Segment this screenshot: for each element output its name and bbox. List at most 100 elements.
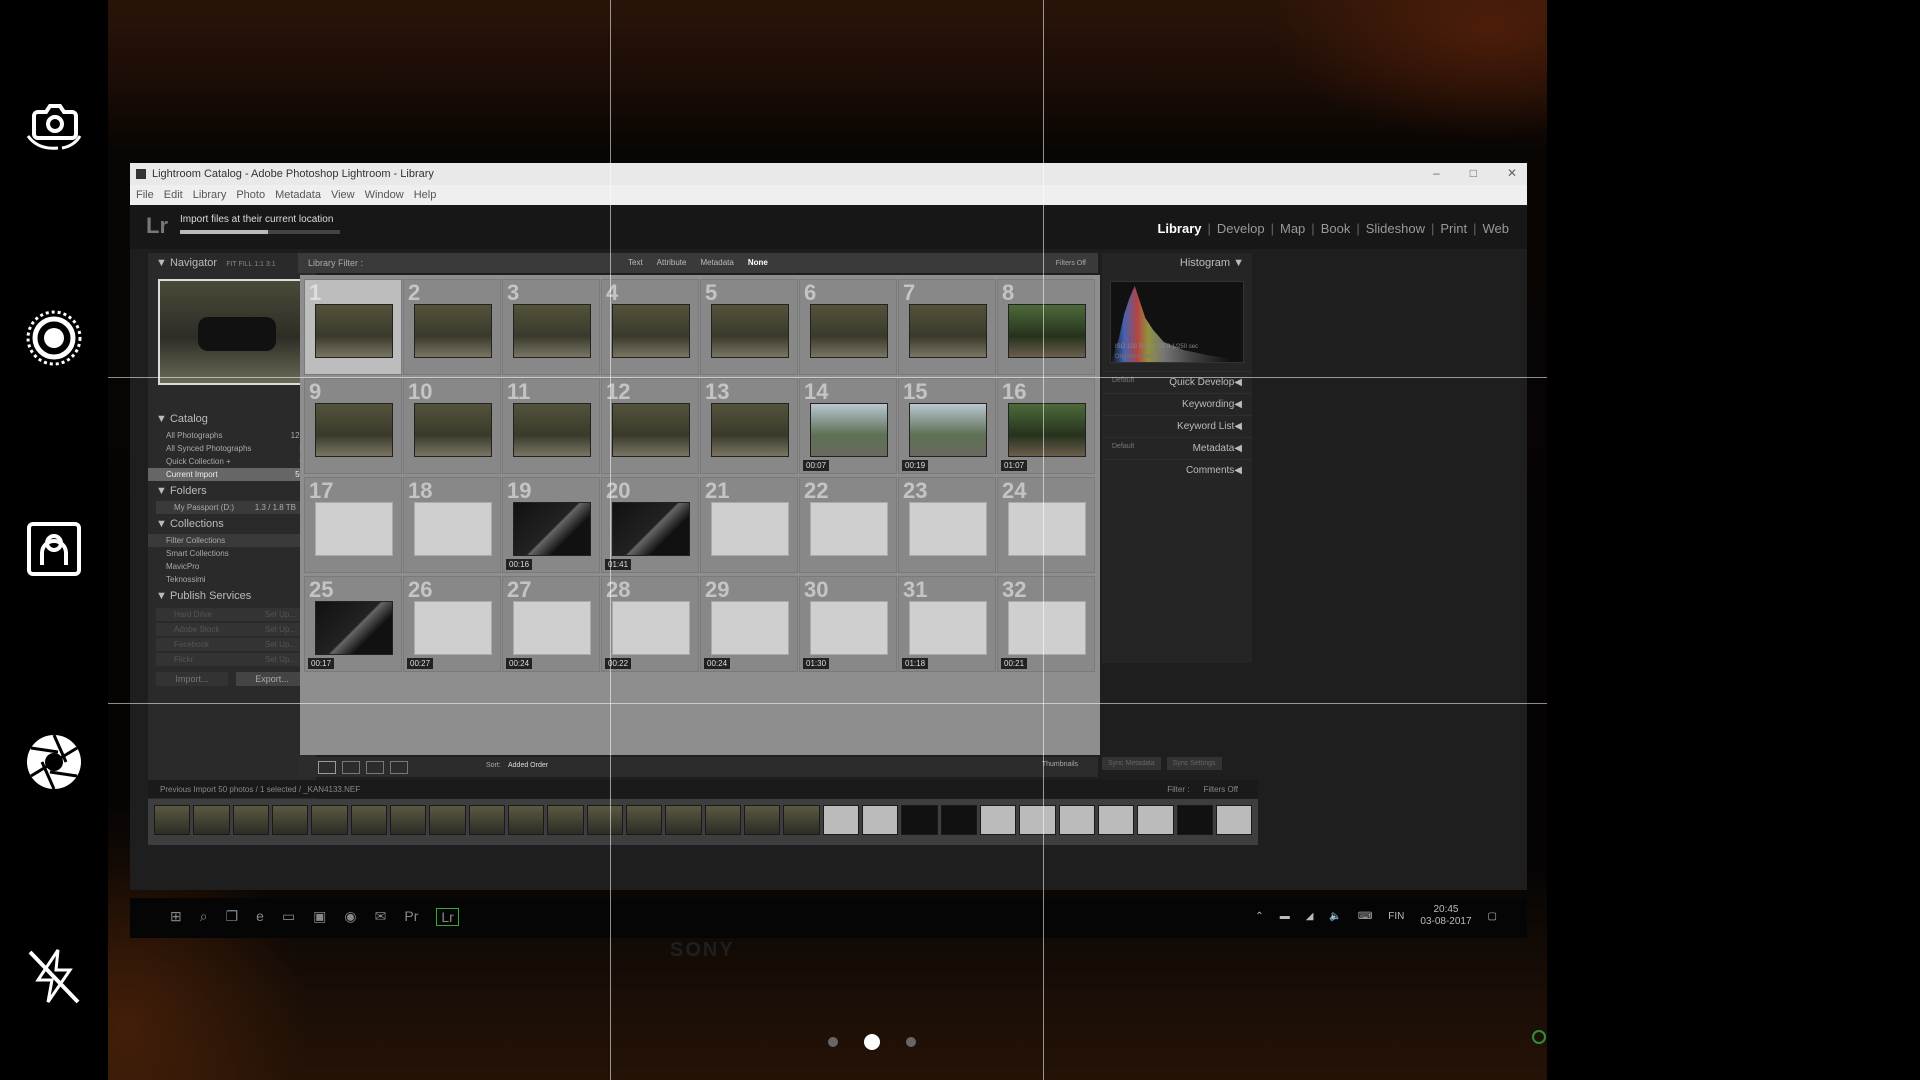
compare-view-icon[interactable] [366, 761, 384, 774]
filmstrip-thumbnail[interactable] [350, 805, 387, 835]
grid-cell[interactable]: 14 00:07 [799, 378, 897, 474]
grid-thumbnail[interactable] [810, 601, 888, 655]
navigator-header[interactable]: ▼ Navigator FIT FILL 1:1 3:1 [148, 253, 316, 273]
filmstrip-thumbnail[interactable] [154, 805, 191, 835]
filmstrip-thumbnail[interactable] [429, 805, 466, 835]
navigator-preview[interactable] [158, 279, 320, 385]
grid-cell[interactable]: 25 00:17 [304, 576, 402, 672]
keyboard-icon[interactable]: ⌨ [1358, 911, 1372, 922]
filmstrip-thumbnail[interactable] [547, 805, 584, 835]
folder-item[interactable]: My Passport (D:) 1.3 / 1.8 TB [156, 501, 308, 514]
grid-thumbnail[interactable] [612, 601, 690, 655]
grid-thumbnail[interactable] [315, 403, 393, 457]
collection-item[interactable]: Filter Collections [148, 534, 316, 547]
filmstrip-thumbnail[interactable] [232, 805, 269, 835]
filmstrip-thumbnail[interactable] [586, 805, 623, 835]
grid-thumbnail[interactable] [1008, 403, 1086, 457]
grid-cell[interactable]: 12 [601, 378, 699, 474]
publish-setup-link[interactable]: Set Up... [265, 655, 296, 664]
grid-thumbnail[interactable] [909, 304, 987, 358]
filter-tab-metadata[interactable]: Metadata [700, 258, 733, 267]
grid-cell[interactable]: 16 01:07 [997, 378, 1095, 474]
menu-edit[interactable]: Edit [164, 189, 183, 201]
navigator-zoom-options[interactable]: FIT FILL 1:1 3:1 [226, 261, 275, 268]
store-icon[interactable]: ▣ [313, 908, 326, 926]
grid-cell[interactable]: 27 00:24 [502, 576, 600, 672]
survey-view-icon[interactable] [390, 761, 408, 774]
right-section-metadata[interactable]: Default Metadata ◀ [1102, 437, 1252, 459]
grid-cell[interactable]: 28 00:22 [601, 576, 699, 672]
action-center-icon[interactable]: ▢ [1488, 911, 1497, 922]
grid-cell[interactable]: 31 01:18 [898, 576, 996, 672]
grid-cell[interactable]: 10 [403, 378, 501, 474]
filmstrip-thumbnail[interactable] [271, 805, 309, 835]
filmstrip-thumbnail[interactable] [743, 805, 781, 835]
menu-metadata[interactable]: Metadata [275, 189, 321, 201]
module-web[interactable]: Web [1483, 221, 1510, 236]
filmstrip-thumbnail[interactable] [507, 805, 545, 835]
menu-window[interactable]: Window [365, 189, 404, 201]
histogram-header[interactable]: Histogram ▼ [1102, 253, 1252, 273]
filmstrip-thumbnail[interactable] [389, 805, 427, 835]
publish-service-item[interactable]: Adobe Stock Set Up... [156, 623, 308, 636]
preset-dropdown[interactable]: Default [1112, 443, 1134, 454]
page-dot[interactable] [864, 1034, 880, 1050]
collapse-arrow-icon[interactable]: ◀ [1234, 465, 1242, 476]
grid-thumbnail[interactable] [810, 304, 888, 358]
filmstrip-thumbnail[interactable] [1097, 805, 1135, 835]
aperture-icon[interactable] [22, 730, 86, 794]
grid-thumbnail[interactable] [414, 502, 492, 556]
collections-header[interactable]: ▼ Collections [148, 514, 316, 534]
menu-library[interactable]: Library [193, 189, 227, 201]
publish-setup-link[interactable]: Set Up... [265, 625, 296, 634]
right-section-keyword-list[interactable]: Keyword List ◀ [1102, 415, 1252, 437]
grid-cell[interactable]: 32 00:21 [997, 576, 1095, 672]
grid-cell[interactable]: 13 [700, 378, 798, 474]
filmstrip-thumbnail[interactable] [704, 805, 741, 835]
filmstrip-thumbnail[interactable] [1058, 805, 1095, 835]
grid-thumbnail[interactable] [1008, 502, 1086, 556]
right-section-comments[interactable]: Comments ◀ [1102, 459, 1252, 481]
grid-thumbnail[interactable] [612, 403, 690, 457]
grid-thumbnail[interactable] [513, 502, 591, 556]
filmstrip-info[interactable]: Previous Import 50 photos / 1 selected /… [160, 785, 360, 794]
maximize-button[interactable]: □ [1470, 166, 1477, 180]
lightroom-icon[interactable]: Lr [436, 908, 459, 926]
grid-thumbnail[interactable] [810, 403, 888, 457]
folders-header[interactable]: ▼ Folders [148, 481, 316, 501]
filmstrip-thumbnail[interactable] [1176, 805, 1213, 835]
grid-thumbnail[interactable] [810, 502, 888, 556]
grid-thumbnail[interactable] [513, 403, 591, 457]
grid-thumbnail[interactable] [1008, 304, 1086, 358]
publish-services-header[interactable]: ▼ Publish Services [148, 586, 316, 606]
minimize-button[interactable]: – [1433, 166, 1440, 180]
grid-thumbnail[interactable] [612, 304, 690, 358]
switch-camera-icon[interactable] [22, 92, 86, 156]
thumbnails-slider-label[interactable]: Thumbnails [1042, 761, 1078, 768]
grid-thumbnail[interactable] [315, 601, 393, 655]
grid-thumbnail[interactable] [1008, 601, 1086, 655]
preset-dropdown[interactable]: Default [1112, 377, 1134, 388]
menu-photo[interactable]: Photo [236, 189, 265, 201]
grid-cell[interactable]: 1 [304, 279, 402, 375]
grid-cell[interactable]: 15 00:19 [898, 378, 996, 474]
grid-cell[interactable]: 8 [997, 279, 1095, 375]
page-dot[interactable] [828, 1037, 838, 1047]
sync-settings-button[interactable]: Sync Settings [1166, 757, 1222, 770]
grid-thumbnail[interactable] [315, 304, 393, 358]
tray-folder-icon[interactable]: ▬ [1280, 911, 1290, 922]
filmstrip-thumbnail[interactable] [665, 805, 702, 835]
loupe-view-icon[interactable] [342, 761, 360, 774]
chrome-icon[interactable]: ◉ [344, 908, 356, 926]
search-icon[interactable]: ⌕ [200, 908, 208, 926]
network-icon[interactable]: ◢ [1306, 911, 1314, 922]
grid-cell[interactable]: 20 01:41 [601, 477, 699, 573]
grid-cell[interactable]: 29 00:24 [700, 576, 798, 672]
collection-item[interactable]: Smart Collections [148, 547, 316, 560]
grid-thumbnail[interactable] [711, 502, 789, 556]
module-map[interactable]: Map [1280, 221, 1305, 236]
filmstrip-thumbnail[interactable] [783, 805, 820, 835]
catalog-item[interactable]: All Synced Photographs0 [148, 442, 316, 455]
filmstrip-thumbnail[interactable] [940, 805, 977, 835]
catalog-header[interactable]: ▼ Catalog [148, 409, 316, 429]
